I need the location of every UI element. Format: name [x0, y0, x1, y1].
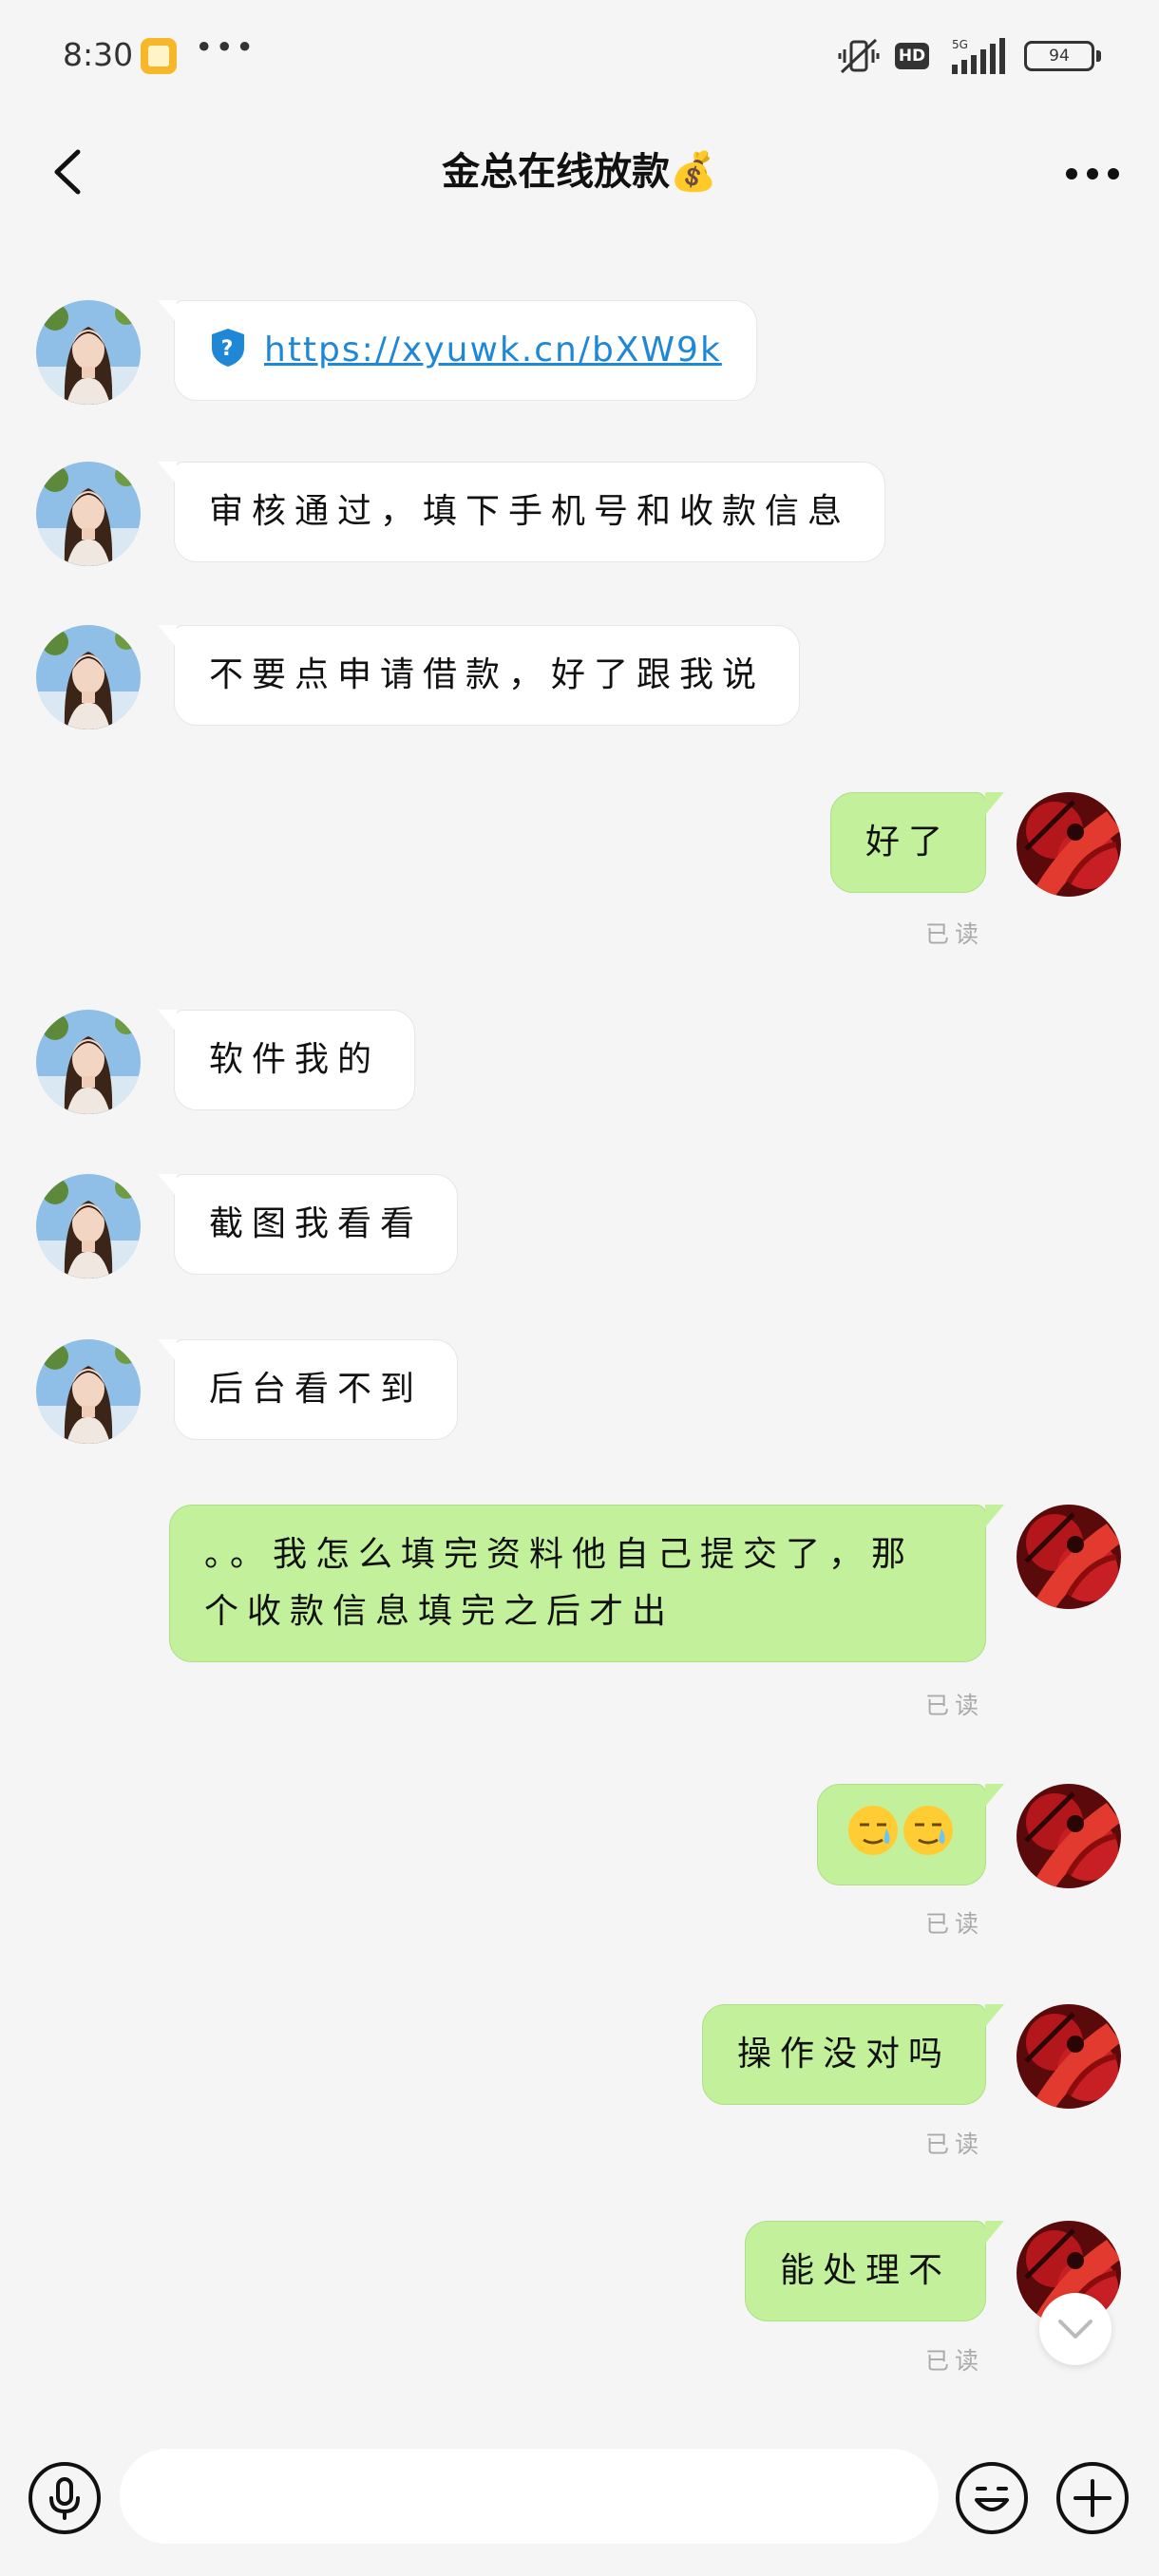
message-bubble-incoming[interactable]: 截图我看看 [157, 1174, 459, 1275]
more-options-button[interactable] [1054, 141, 1130, 207]
contact-avatar[interactable] [36, 1174, 141, 1279]
chat-title: 金总在线放款💰 [442, 150, 717, 194]
message-bubble-outgoing[interactable]: 。。我怎么填完资料他自己提交了，那个收款信息填完之后才出 [169, 1505, 1004, 1662]
message-bubble-outgoing[interactable] [817, 1784, 1004, 1885]
notification-app-icon [141, 38, 177, 74]
message-bubble-incoming[interactable]: 软件我的 [157, 1010, 416, 1110]
message-bubble-outgoing[interactable]: 好了 [829, 792, 1005, 893]
status-more-icon: ••• [195, 28, 256, 66]
my-avatar[interactable] [1016, 2004, 1121, 2109]
message-link[interactable]: https://xyuwk.cn/bXW9k [264, 331, 722, 369]
read-receipt: 已读 [924, 1910, 984, 1938]
contact-avatar[interactable] [36, 462, 141, 566]
message-input[interactable] [120, 2449, 939, 2544]
more-actions-button[interactable] [1054, 2460, 1130, 2536]
status-bar: 8:30 ••• HD 5G 94 [0, 0, 1159, 114]
signal-icon: 5G [952, 38, 1005, 74]
my-avatar[interactable] [1016, 792, 1121, 897]
chevron-down-icon [1058, 2320, 1092, 2339]
smiley-icon [975, 2487, 1009, 2511]
scroll-to-bottom-button[interactable] [1039, 2293, 1112, 2365]
message-list[interactable]: ? https://xyuwk.cn/bXW9k 审核通过，填下手机号和收款信息… [0, 236, 1159, 2420]
message-bubble-incoming[interactable]: 后台看不到 [157, 1339, 459, 1440]
network-label: 5G [952, 38, 968, 51]
my-avatar[interactable] [1016, 1784, 1121, 1888]
read-receipt: 已读 [924, 2347, 984, 2375]
contact-avatar[interactable] [36, 625, 141, 729]
microphone-icon [49, 2477, 80, 2520]
read-receipt: 已读 [924, 1692, 984, 1719]
read-receipt: 已读 [924, 920, 984, 948]
message-bubble-incoming[interactable]: 不要点申请借款，好了跟我说 [157, 625, 801, 726]
svg-text:?: ? [221, 337, 236, 361]
my-avatar[interactable] [1016, 1505, 1121, 1609]
chat-header: 金总在线放款💰 [0, 114, 1159, 236]
plus-icon [1074, 2479, 1112, 2517]
input-bar [0, 2420, 1159, 2576]
read-receipt: 已读 [924, 2131, 984, 2158]
battery-indicator: 94 [1024, 41, 1101, 71]
sweat-smile-icon [848, 1806, 898, 1855]
message-bubble-outgoing[interactable]: 操作没对吗 [701, 2004, 1005, 2105]
hd-badge: HD [895, 43, 929, 69]
contact-avatar[interactable] [36, 1339, 141, 1444]
status-time: 8:30 [63, 36, 134, 73]
voice-input-button[interactable] [27, 2460, 103, 2536]
shield-check-icon: ? [212, 329, 244, 367]
message-bubble-incoming[interactable]: ? https://xyuwk.cn/bXW9k [158, 300, 757, 401]
sweat-smile-icon [903, 1806, 953, 1855]
more-horizontal-icon [1066, 168, 1119, 180]
contact-avatar[interactable] [36, 300, 141, 405]
emoji-button[interactable] [954, 2460, 1030, 2536]
message-bubble-incoming[interactable]: 审核通过，填下手机号和收款信息 [157, 462, 886, 562]
message-bubble-outgoing[interactable]: 能处理不 [744, 2221, 1005, 2321]
vibrate-off-icon [838, 38, 880, 74]
contact-avatar[interactable] [36, 1010, 141, 1114]
